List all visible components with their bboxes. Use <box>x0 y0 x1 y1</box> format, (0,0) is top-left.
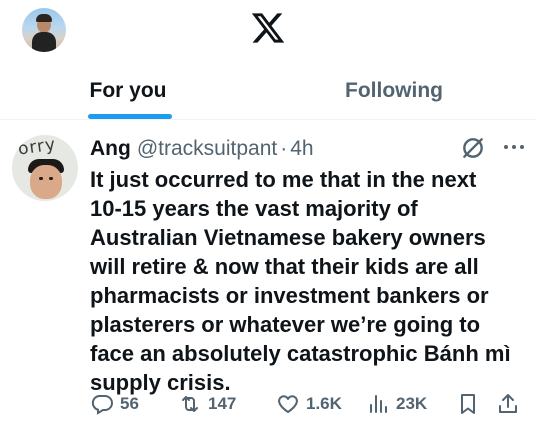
repost-button[interactable]: 147 <box>178 389 236 419</box>
heart-icon <box>278 395 298 413</box>
like-count: 1.6K <box>306 394 342 413</box>
tab-label: Following <box>345 79 443 102</box>
share-button[interactable] <box>496 389 520 419</box>
author-avatar[interactable]: orry <box>12 135 78 201</box>
author-handle[interactable]: @tracksuitpant <box>137 137 277 161</box>
views-icon <box>370 395 387 413</box>
bookmark-button[interactable] <box>456 389 480 419</box>
tweet-header: Ang @tracksuitpant · 4h <box>90 135 314 163</box>
reply-icon <box>91 395 113 415</box>
more-options-icon[interactable] <box>502 137 526 157</box>
share-icon <box>499 394 517 413</box>
tweet[interactable]: orry Ang @tracksuitpant · 4h It just occ… <box>0 121 536 430</box>
tweet-actions: 56 147 1.6K 23K <box>90 389 530 419</box>
views-button[interactable]: 23K <box>366 389 427 419</box>
like-button[interactable]: 1.6K <box>276 389 342 419</box>
tab-active-indicator <box>88 114 172 119</box>
separator: · <box>280 137 288 160</box>
repost-icon <box>182 396 198 412</box>
top-bar <box>0 0 536 62</box>
tweet-time[interactable]: 4h <box>290 137 313 161</box>
x-logo-icon[interactable] <box>250 10 286 46</box>
views-count: 23K <box>396 394 428 413</box>
profile-avatar[interactable] <box>22 8 66 52</box>
tweet-text: It just occurred to me that in the next … <box>90 167 511 395</box>
reply-button[interactable]: 56 <box>90 389 139 419</box>
tab-following[interactable]: Following <box>306 62 482 120</box>
bookmark-icon <box>461 394 475 414</box>
reply-count: 56 <box>120 394 139 413</box>
grok-icon[interactable] <box>460 135 486 161</box>
repost-count: 147 <box>208 394 237 413</box>
tab-label: For you <box>89 79 167 102</box>
author-name[interactable]: Ang <box>90 137 131 161</box>
timeline-tabs: For you Following <box>0 62 536 120</box>
timeline-screen: For you Following orry Ang @tracksuitpan… <box>0 0 536 430</box>
tab-for-you[interactable]: For you <box>40 62 216 120</box>
avatar-sign-text: orry <box>16 135 58 160</box>
